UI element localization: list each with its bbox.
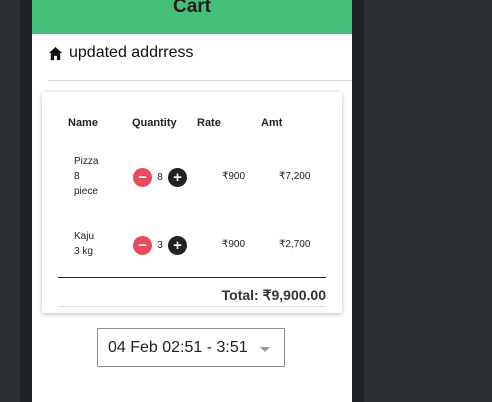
quantity-value: 3 [157,240,163,251]
column-header-name: Name [68,117,98,129]
delivery-slot-select[interactable]: 04 Feb 02:51 - 3:51 [97,328,285,367]
item-name-line: Kaju [74,231,95,242]
delivery-address[interactable]: updated addrress [48,44,194,62]
right-frame [352,0,364,402]
decrease-quantity-button[interactable]: − [133,236,152,255]
total-divider [58,277,326,278]
item-name-line: 8 [74,171,80,182]
cart-total: Total: ₹9,900.00 [221,287,326,303]
cart-header: Cart [32,0,352,34]
chevron-down-icon [260,347,270,352]
cart-card: Name Quantity Rate Amt Pizza 8 piece − 8… [42,92,342,313]
item-name: Pizza 8 piece [74,154,98,199]
divider [48,80,352,81]
quantity-value: 8 [157,172,163,183]
address-text: updated addrress [69,44,194,61]
column-header-quantity: Quantity [132,117,177,129]
page-title: Cart [172,0,211,17]
increase-quantity-button[interactable]: + [168,168,187,187]
item-rate: ₹900 [222,239,246,250]
delivery-slot-value: 04 Feb 02:51 - 3:51 [108,338,248,356]
column-header-amt: Amt [261,117,283,129]
quantity-stepper: − 3 + [133,236,187,255]
item-amount: ₹2,700 [279,239,311,250]
item-name: Kaju 3 kg [74,229,94,259]
column-header-rate: Rate [197,117,221,129]
item-name-line: 3 kg [74,246,93,257]
item-amount: ₹7,200 [279,171,311,182]
home-icon [48,46,63,60]
cart-screen: Cart updated addrress Name Quantity Rate… [32,0,352,402]
divider [58,306,326,307]
item-name-line: piece [74,186,98,197]
increase-quantity-button[interactable]: + [168,236,187,255]
item-rate: ₹900 [222,171,246,182]
left-frame [20,0,32,402]
quantity-stepper: − 8 + [133,168,187,187]
item-name-line: Pizza [74,156,99,167]
decrease-quantity-button[interactable]: − [133,168,152,187]
